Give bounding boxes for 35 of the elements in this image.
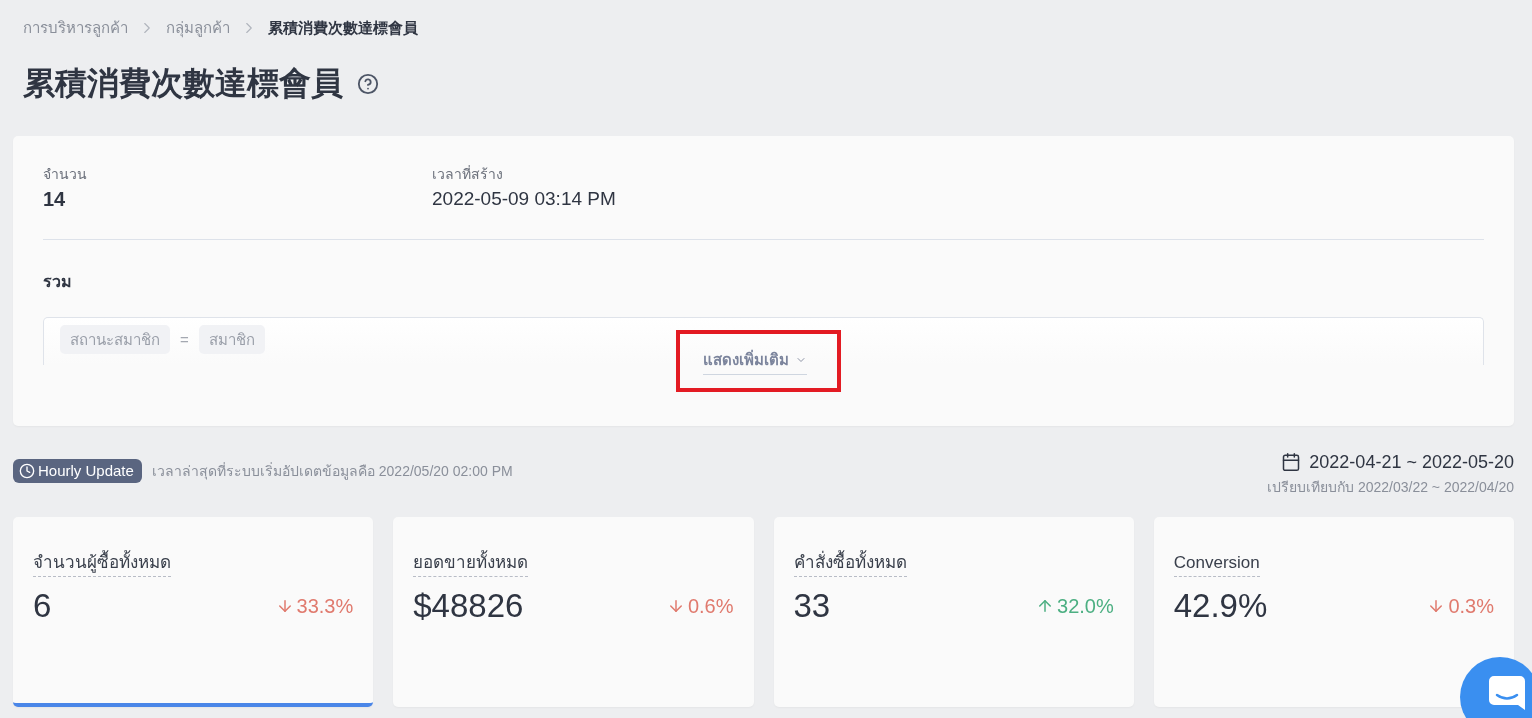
metric-value: 42.9% [1173, 587, 1268, 625]
clock-icon [19, 463, 35, 479]
field-value: 2022-05-09 03:14 PM [432, 187, 616, 211]
condition-value-tag: สมาชิก [198, 325, 265, 354]
metric-value: 33 [793, 587, 831, 625]
compare-range: เปรียบเทียบกับ 2022/03/22 ~ 2022/04/20 [1267, 478, 1514, 497]
current-page-label: 累積消費次數達標會員 [268, 18, 418, 38]
metric-label: ยอดขายทั้งหมด [413, 552, 529, 577]
field-value: 14 [43, 187, 66, 212]
hourly-update-badge: Hourly Update [13, 459, 142, 483]
chat-icon [1489, 676, 1525, 710]
metric-label: จำนวนผู้ซื้อทั้งหมด [33, 552, 171, 577]
metric-change: 32.0% [1057, 594, 1114, 618]
metric-card[interactable]: จำนวนผู้ซื้อทั้งหมด 6 33.3% [13, 517, 374, 707]
page-title: 累積消費次數達標會員 [23, 64, 343, 103]
field-label: จำนวน [43, 165, 87, 184]
date-range[interactable]: 2022-04-21 ~ 2022-05-20 [1309, 450, 1514, 474]
metric-value: $48826 [413, 587, 524, 625]
field-label: เวลาที่สร้าง [432, 164, 503, 184]
metric-card[interactable]: คำสั่งซื้อทั้งหมด 33 32.0% [773, 517, 1134, 707]
metric-change: 0.6% [687, 594, 734, 618]
condition-field-tag: สถานะสมาชิก [60, 325, 170, 354]
metric-change: 0.3% [1448, 594, 1494, 618]
metric-value: 6 [33, 587, 52, 625]
calendar-icon[interactable] [1281, 452, 1302, 472]
metric-label: คำสั่งซื้อทั้งหมด [793, 552, 907, 577]
metric-card[interactable]: ยอดขายทั้งหมด $48826 0.6% [393, 517, 754, 707]
metric-change: 33.3% [296, 594, 354, 618]
update-note: เวลาล่าสุดที่ระบบเริ่มอัปเดตข้อมูลคือ 2022/05/20 02:00 PM [151, 461, 513, 482]
help-icon[interactable] [357, 73, 379, 95]
show-more-button[interactable]: แสดงเพิ่มเติม [702, 348, 807, 375]
condition-operator: = [180, 330, 189, 350]
metric-label: Conversion [1173, 552, 1260, 577]
metric-card[interactable]: Conversion 42.9% 0.3% [1153, 517, 1514, 707]
section-title: รวม [43, 272, 73, 292]
